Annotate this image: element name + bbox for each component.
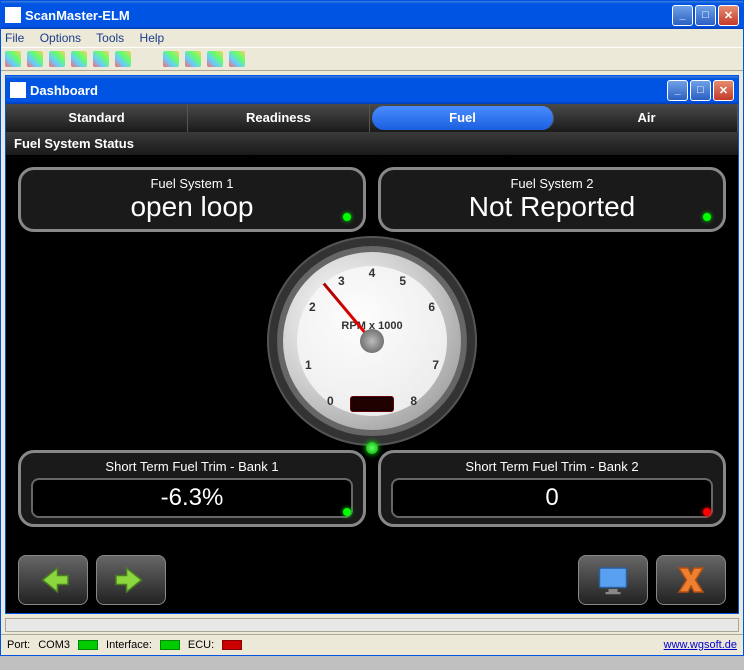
gauge-tick: 7 bbox=[432, 358, 439, 372]
display-button[interactable] bbox=[578, 555, 648, 605]
port-label: Port: bbox=[7, 639, 30, 651]
gauge-led-icon bbox=[366, 442, 378, 454]
panel-label: Short Term Fuel Trim - Bank 1 bbox=[31, 459, 353, 474]
status-dot-icon bbox=[343, 213, 351, 221]
gauge-digital-readout bbox=[350, 396, 394, 412]
next-button[interactable] bbox=[96, 555, 166, 605]
monitor-icon bbox=[595, 562, 631, 598]
close-button[interactable]: ✕ bbox=[718, 5, 739, 26]
menubar: File Options Tools Help bbox=[1, 29, 743, 47]
right-arrow-icon bbox=[113, 562, 149, 598]
main-window: ScanMaster-ELM _ □ ✕ File Options Tools … bbox=[0, 0, 744, 656]
tab-air[interactable]: Air bbox=[556, 104, 738, 132]
menu-options[interactable]: Options bbox=[40, 31, 81, 45]
dash-maximize-button[interactable]: □ bbox=[690, 80, 711, 101]
left-arrow-icon bbox=[35, 562, 71, 598]
menu-tools[interactable]: Tools bbox=[96, 31, 124, 45]
port-led-icon bbox=[78, 640, 98, 650]
gauge-tick: 2 bbox=[309, 300, 316, 314]
toolbar bbox=[1, 47, 743, 71]
toolbar-icon[interactable] bbox=[71, 51, 87, 67]
content-area: Fuel System 1 open loop Fuel System 2 No… bbox=[6, 155, 738, 547]
bottom-button-bar bbox=[6, 547, 738, 613]
prev-button[interactable] bbox=[18, 555, 88, 605]
main-title: ScanMaster-ELM bbox=[25, 8, 672, 23]
horizontal-scrollbar[interactable] bbox=[5, 618, 739, 632]
toolbar-icon[interactable] bbox=[229, 51, 245, 67]
toolbar-icon[interactable] bbox=[115, 51, 131, 67]
tab-readiness[interactable]: Readiness bbox=[188, 104, 370, 132]
cancel-button[interactable] bbox=[656, 555, 726, 605]
website-link[interactable]: www.wgsoft.de bbox=[664, 639, 737, 651]
panel-value: -6.3% bbox=[161, 484, 224, 511]
close-x-icon bbox=[673, 562, 709, 598]
dashboard-titlebar[interactable]: Dashboard _ □ ✕ bbox=[6, 76, 738, 104]
gauge-tick: 3 bbox=[338, 274, 345, 288]
menu-help[interactable]: Help bbox=[140, 31, 165, 45]
dashboard-title: Dashboard bbox=[30, 83, 667, 98]
statusbar: Port: COM3 Interface: ECU: www.wgsoft.de bbox=[1, 634, 743, 655]
port-value: COM3 bbox=[38, 639, 70, 651]
tab-standard[interactable]: Standard bbox=[6, 104, 188, 132]
panel-trim-bank-1: Short Term Fuel Trim - Bank 1 -6.3% bbox=[18, 450, 366, 527]
toolbar-icon[interactable] bbox=[185, 51, 201, 67]
menu-file[interactable]: File bbox=[5, 31, 24, 45]
panel-value: 0 bbox=[545, 484, 558, 511]
ecu-label: ECU: bbox=[188, 639, 214, 651]
dashboard-window: Dashboard _ □ ✕ Standard Readiness Fuel … bbox=[5, 75, 739, 614]
gauge-center bbox=[360, 329, 384, 353]
toolbar-icon[interactable] bbox=[5, 51, 21, 67]
tab-fuel[interactable]: Fuel bbox=[372, 106, 554, 130]
gauge-tick: 8 bbox=[410, 394, 417, 408]
gauge-tick: 0 bbox=[327, 394, 334, 408]
interface-led-icon bbox=[160, 640, 180, 650]
panel-label: Fuel System 1 bbox=[31, 176, 353, 191]
status-dot-icon bbox=[703, 508, 711, 516]
main-titlebar[interactable]: ScanMaster-ELM _ □ ✕ bbox=[1, 1, 743, 29]
tab-bar: Standard Readiness Fuel Air bbox=[6, 104, 738, 132]
dashboard-icon bbox=[10, 82, 26, 98]
panel-trim-bank-2: Short Term Fuel Trim - Bank 2 0 bbox=[378, 450, 726, 527]
panel-value: Not Reported bbox=[391, 191, 713, 223]
status-dot-icon bbox=[703, 213, 711, 221]
maximize-button[interactable]: □ bbox=[695, 5, 716, 26]
rpm-gauge: RPM x 1000 0 1 2 3 4 5 6 7 8 bbox=[277, 246, 467, 436]
panel-label: Short Term Fuel Trim - Bank 2 bbox=[391, 459, 713, 474]
gauge-tick: 6 bbox=[428, 300, 435, 314]
panel-fuel-system-1: Fuel System 1 open loop bbox=[18, 167, 366, 232]
panel-value: open loop bbox=[31, 191, 353, 223]
section-title: Fuel System Status bbox=[6, 132, 738, 155]
toolbar-icon[interactable] bbox=[27, 51, 43, 67]
toolbar-icon[interactable] bbox=[163, 51, 179, 67]
gauge-tick: 5 bbox=[399, 274, 406, 288]
interface-label: Interface: bbox=[106, 639, 152, 651]
toolbar-icon[interactable] bbox=[93, 51, 109, 67]
ecu-led-icon bbox=[222, 640, 242, 650]
toolbar-icon[interactable] bbox=[49, 51, 65, 67]
status-dot-icon bbox=[343, 508, 351, 516]
app-icon bbox=[5, 7, 21, 23]
gauge-tick: 4 bbox=[369, 266, 376, 280]
toolbar-icon[interactable] bbox=[207, 51, 223, 67]
panel-label: Fuel System 2 bbox=[391, 176, 713, 191]
gauge-tick: 1 bbox=[305, 358, 312, 372]
dash-close-button[interactable]: ✕ bbox=[713, 80, 734, 101]
panel-fuel-system-2: Fuel System 2 Not Reported bbox=[378, 167, 726, 232]
dash-minimize-button[interactable]: _ bbox=[667, 80, 688, 101]
minimize-button[interactable]: _ bbox=[672, 5, 693, 26]
